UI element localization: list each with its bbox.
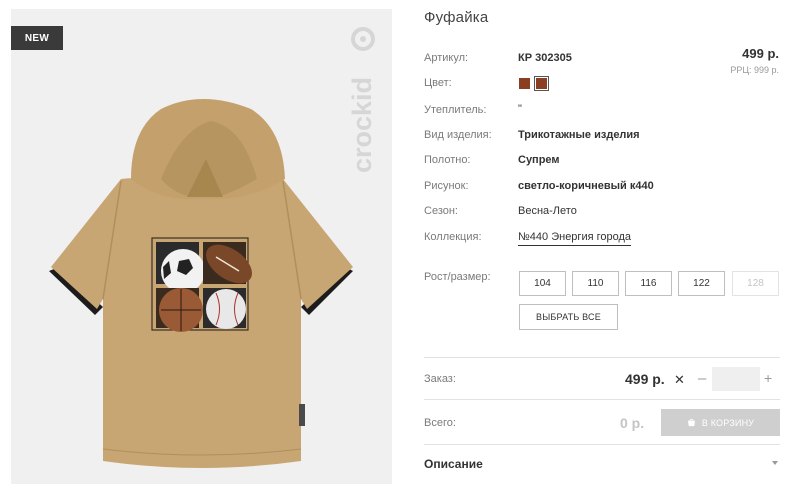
select-all-sizes-button[interactable]: ВЫБРАТЬ ВСЕ	[519, 304, 618, 330]
total-value: 0 р.	[620, 415, 645, 431]
product-type-label: Вид изделия:	[424, 129, 492, 141]
add-to-cart-button[interactable]: В КОРЗИНУ	[661, 409, 780, 436]
order-price: 499 р.	[625, 371, 665, 387]
recommended-retail-price: РРЦ: 999 р.	[730, 65, 779, 75]
pattern-value: светло-коричневый к440	[518, 180, 654, 192]
divider	[424, 399, 780, 400]
svg-text:crockid: crockid	[349, 77, 377, 173]
product-type-value: Трикотажные изделия	[518, 129, 640, 141]
collection-label: Коллекция:	[424, 231, 482, 243]
collection-link[interactable]: №440 Энергия города	[518, 231, 632, 246]
product-photo	[49, 99, 353, 468]
pattern-label: Рисунок:	[424, 180, 469, 192]
crockid-logo-icon: crockid	[349, 27, 377, 173]
product-title: Фуфайка	[424, 9, 489, 26]
collection-link-wrap[interactable]: №440 Энергия города	[518, 231, 632, 246]
multiply-icon: ✕	[674, 372, 685, 387]
description-toggle[interactable]: Описание	[424, 457, 483, 471]
size-label: Рост/размер:	[424, 271, 491, 283]
size-option-110[interactable]: 110	[572, 271, 619, 296]
insulation-label: Утеплитель:	[424, 104, 487, 116]
order-label: Заказ:	[424, 373, 456, 385]
color-swatch[interactable]	[519, 78, 530, 89]
decrease-quantity-button[interactable]: –	[698, 370, 706, 387]
color-swatch-selected[interactable]	[534, 76, 549, 91]
fabric-value: Супрем	[518, 154, 560, 166]
product-price: 499 р.	[742, 46, 779, 61]
article-value: КР 302305	[518, 52, 572, 64]
fabric-label: Полотно:	[424, 154, 471, 166]
size-option-122[interactable]: 122	[678, 271, 725, 296]
chevron-down-icon[interactable]	[772, 460, 778, 466]
increase-quantity-button[interactable]: +	[764, 370, 772, 386]
color-label: Цвет:	[424, 77, 452, 89]
divider	[424, 357, 780, 358]
divider	[424, 444, 780, 445]
quantity-input[interactable]	[712, 367, 760, 391]
new-badge: NEW	[11, 26, 63, 50]
article-label: Артикул:	[424, 52, 469, 64]
size-option-104[interactable]: 104	[519, 271, 566, 296]
season-label: Сезон:	[424, 205, 458, 217]
season-value: Весна-Лето	[518, 205, 577, 217]
size-option-116[interactable]: 116	[625, 271, 672, 296]
insulation-value: "	[518, 103, 522, 115]
product-image-area[interactable]: NEW crockid	[11, 9, 392, 484]
add-to-cart-label: В КОРЗИНУ	[701, 417, 755, 428]
cart-icon	[687, 418, 695, 427]
total-label: Всего:	[424, 417, 456, 429]
size-option-128: 128	[732, 271, 779, 296]
